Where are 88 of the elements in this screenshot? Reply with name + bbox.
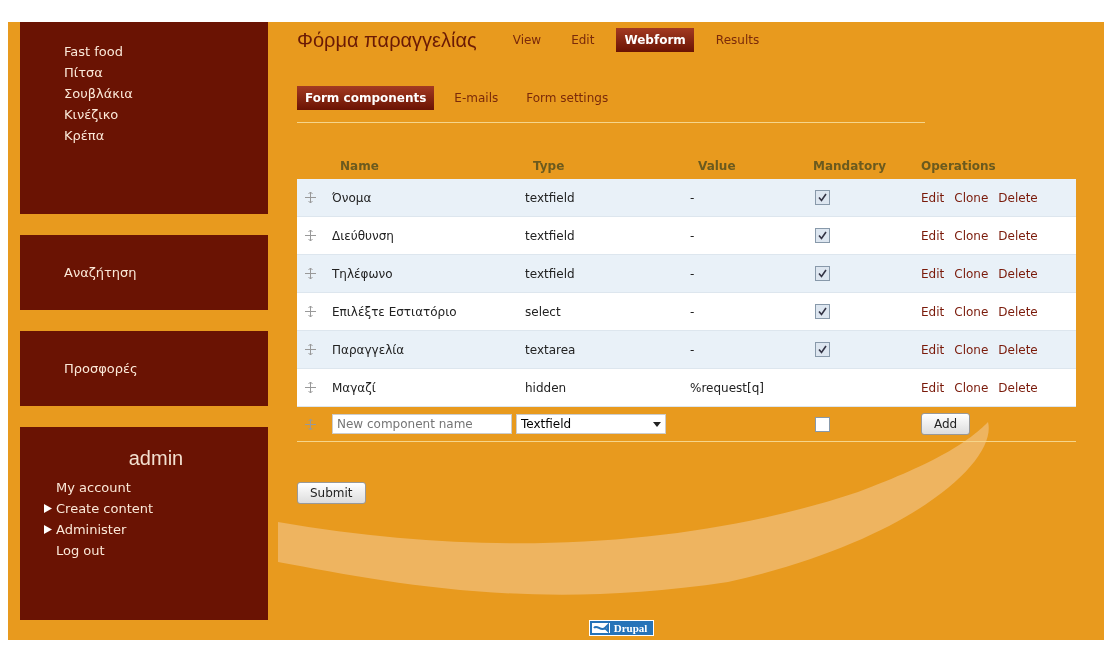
submit-button[interactable]: Submit bbox=[297, 482, 366, 504]
arrow-icon bbox=[44, 504, 52, 513]
operation-link[interactable]: Clone bbox=[954, 266, 989, 281]
checkbox[interactable] bbox=[815, 342, 830, 357]
table-cell: Παραγγελία bbox=[332, 342, 405, 357]
operation-link[interactable]: Edit bbox=[921, 190, 945, 205]
operation-link[interactable]: Clone bbox=[954, 380, 989, 395]
check-icon bbox=[818, 345, 827, 354]
drag-handle-icon[interactable] bbox=[305, 344, 316, 355]
operation-link[interactable]: Edit bbox=[921, 342, 945, 357]
drop-logo-icon bbox=[591, 623, 610, 633]
arrow-icon bbox=[44, 525, 52, 534]
operation-link[interactable]: Edit bbox=[921, 266, 945, 281]
operation-link[interactable]: Delete bbox=[998, 380, 1038, 395]
table-cell: %request[q] bbox=[690, 380, 764, 395]
check-icon bbox=[818, 307, 827, 316]
menu-link[interactable]: Πίτσα bbox=[64, 65, 268, 80]
tab[interactable]: Form settings bbox=[518, 86, 617, 110]
operation-link[interactable]: Edit bbox=[921, 304, 945, 319]
table-cell: Μαγαζί bbox=[332, 380, 376, 395]
menu-link[interactable]: Administer bbox=[44, 522, 268, 537]
operation-link[interactable]: Clone bbox=[954, 228, 989, 243]
user-name: admin bbox=[127, 447, 185, 470]
tab[interactable]: E-mails bbox=[446, 86, 507, 110]
powered-by-badge[interactable]: Drupal bbox=[588, 620, 655, 636]
checkbox[interactable] bbox=[815, 304, 830, 319]
operation-link[interactable]: Clone bbox=[954, 304, 989, 319]
tab[interactable]: Webform bbox=[616, 28, 694, 52]
drag-handle-icon[interactable] bbox=[305, 306, 316, 317]
table-cell: textfield bbox=[525, 228, 575, 243]
tab[interactable]: View bbox=[504, 28, 550, 52]
table-cell: Όνομα bbox=[332, 190, 372, 205]
table-cell: Επιλέξτε Εστιατόριο bbox=[332, 304, 457, 319]
menu-link[interactable]: Κρέπα bbox=[64, 128, 268, 143]
drag-handle-icon[interactable] bbox=[305, 230, 316, 241]
operation-link[interactable]: Clone bbox=[954, 342, 989, 357]
menu-link[interactable]: Create content bbox=[44, 501, 268, 516]
page-title: Φόρμα παραγγελίας bbox=[297, 28, 477, 52]
table-cell: textarea bbox=[525, 342, 576, 357]
table-cell: Τηλέφωνο bbox=[332, 266, 393, 281]
checkbox[interactable] bbox=[815, 266, 830, 281]
table-cell: textfield bbox=[525, 190, 575, 205]
operation-link[interactable]: Delete bbox=[998, 304, 1038, 319]
drag-handle-icon[interactable] bbox=[305, 268, 316, 279]
column-header: Mandatory bbox=[812, 159, 887, 175]
tab[interactable]: Results bbox=[707, 28, 768, 52]
menu-link[interactable]: Σουβλάκια bbox=[64, 86, 268, 101]
column-header: Value bbox=[697, 159, 737, 175]
operation-link[interactable]: Delete bbox=[998, 342, 1038, 357]
table-cell: - bbox=[690, 266, 695, 281]
checkbox[interactable] bbox=[815, 228, 830, 243]
table-cell: select bbox=[525, 304, 561, 319]
check-icon bbox=[818, 231, 827, 240]
operation-link[interactable]: Edit bbox=[921, 380, 945, 395]
component-name-field[interactable]: New component name bbox=[332, 414, 512, 434]
tab[interactable]: Form components bbox=[297, 86, 435, 110]
table-cell: - bbox=[690, 228, 695, 243]
column-header: Operations bbox=[920, 159, 997, 175]
drag-handle-icon[interactable] bbox=[305, 382, 316, 393]
tab[interactable]: Edit bbox=[563, 28, 603, 52]
table-cell: - bbox=[690, 190, 695, 205]
type-select[interactable]: Textfield bbox=[516, 414, 666, 434]
column-header: Name bbox=[339, 159, 380, 175]
table-cell: - bbox=[690, 304, 695, 319]
table-cell: Διεύθυνση bbox=[332, 228, 394, 243]
checkbox[interactable] bbox=[815, 190, 830, 205]
menu-link[interactable]: Προσφορές bbox=[64, 361, 268, 376]
drag-handle-icon[interactable] bbox=[305, 418, 316, 430]
table-cell: hidden bbox=[525, 380, 567, 395]
menu-link[interactable]: Αναζήτηση bbox=[64, 265, 268, 280]
drag-handle-icon[interactable] bbox=[305, 192, 316, 203]
menu-link[interactable]: My account bbox=[56, 480, 268, 495]
menu-link[interactable]: Κινέζικο bbox=[64, 107, 268, 122]
operation-link[interactable]: Delete bbox=[998, 228, 1038, 243]
operation-link[interactable]: Delete bbox=[998, 266, 1038, 281]
caret-icon bbox=[653, 421, 661, 427]
menu-link[interactable]: Log out bbox=[56, 543, 268, 558]
operation-link[interactable]: Delete bbox=[998, 190, 1038, 205]
table-cell: - bbox=[690, 342, 695, 357]
column-header: Type bbox=[532, 159, 566, 175]
checkbox[interactable] bbox=[815, 416, 830, 432]
check-icon bbox=[818, 269, 827, 278]
operation-link[interactable]: Edit bbox=[921, 228, 945, 243]
operation-link[interactable]: Clone bbox=[954, 190, 989, 205]
menu-link[interactable]: Fast food bbox=[64, 44, 268, 59]
table-cell: textfield bbox=[525, 266, 575, 281]
add-button[interactable]: Add bbox=[921, 413, 971, 435]
check-icon bbox=[818, 193, 827, 202]
